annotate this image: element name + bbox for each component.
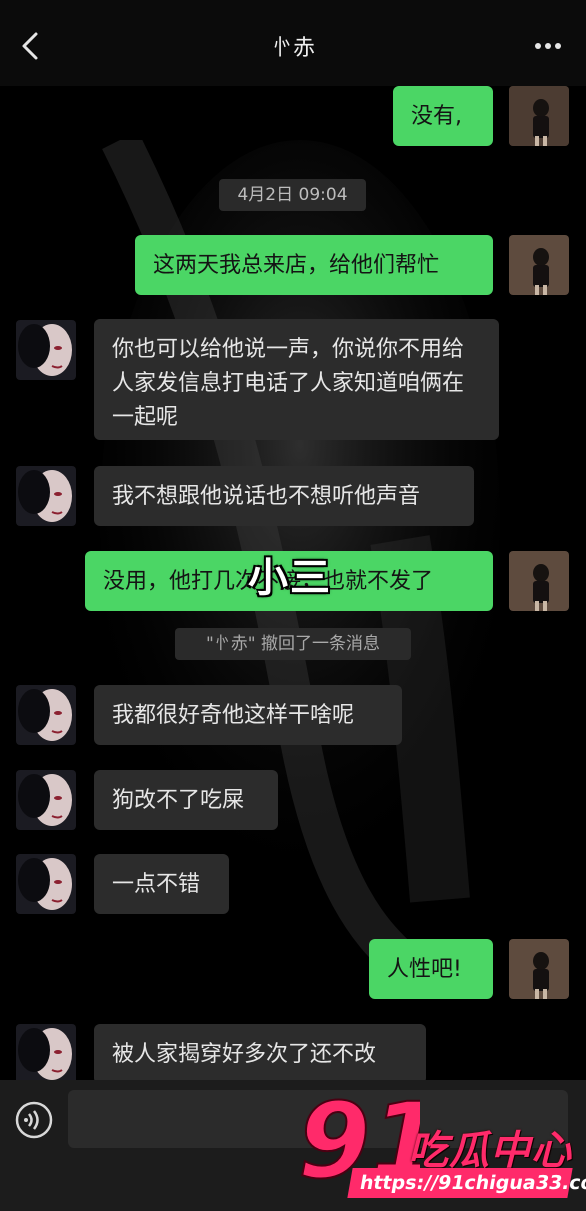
message-sent[interactable]: 人性吧! (369, 939, 493, 999)
message-received[interactable]: 一点不错 (94, 854, 229, 914)
message-received[interactable]: 被人家揭穿好多次了还不改 (94, 1024, 426, 1084)
contact-avatar[interactable] (16, 854, 76, 914)
overlay-caption: 小三 (248, 555, 332, 601)
recall-notice: "㣺赤" 撤回了一条消息 (175, 628, 411, 660)
message-received[interactable]: 我都很好奇他这样干啥呢 (94, 685, 402, 745)
chat-header: 㣺赤 (0, 0, 586, 86)
message-sent[interactable]: 这两天我总来店，给他们帮忙 (135, 235, 493, 295)
more-options-icon[interactable] (530, 28, 566, 64)
message-received[interactable]: 你也可以给他说一声，你说你不用给人家发信息打电话了人家知道咱俩在一起呢 (94, 319, 499, 440)
self-avatar[interactable] (509, 551, 569, 611)
self-avatar[interactable] (509, 939, 569, 999)
timestamp-label: 4月2日 09:04 (219, 179, 366, 211)
voice-input-icon[interactable] (14, 1100, 54, 1140)
message-received[interactable]: 我不想跟他说话也不想听他声音 (94, 466, 474, 526)
chat-title: 㣺赤 (270, 36, 315, 61)
contact-avatar[interactable] (16, 320, 76, 380)
contact-avatar[interactable] (16, 770, 76, 830)
watermark-url: https://91chigua33.com (347, 1168, 586, 1198)
self-avatar[interactable] (509, 86, 569, 146)
message-received[interactable]: 狗改不了吃屎 (94, 770, 278, 830)
message-sent[interactable]: 没有, (393, 86, 493, 146)
contact-avatar[interactable] (16, 1024, 76, 1084)
contact-avatar[interactable] (16, 685, 76, 745)
self-avatar[interactable] (509, 235, 569, 295)
contact-avatar[interactable] (16, 466, 76, 526)
